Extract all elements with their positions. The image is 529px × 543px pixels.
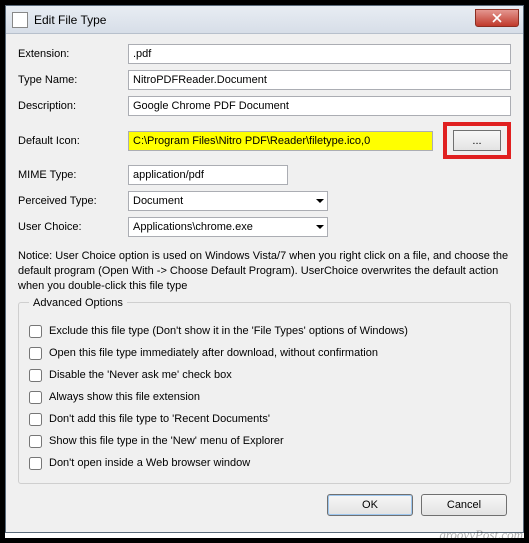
opt-always-show-ext-checkbox[interactable] [29,391,42,404]
watermark-text: groovyPost.com [439,527,523,543]
dialog-window: Edit File Type Extension: Type Name: Des… [5,5,524,533]
user-choice-label: User Choice: [18,221,128,233]
opt-disable-never-ask-checkbox[interactable] [29,369,42,382]
description-label: Description: [18,100,128,112]
description-input[interactable] [128,96,511,116]
default-icon-label: Default Icon: [18,135,128,147]
opt-no-recent-docs-checkbox[interactable] [29,413,42,426]
opt-no-web-browser-label: Don't open inside a Web browser window [49,457,250,469]
opt-no-recent-docs-label: Don't add this file type to 'Recent Docu… [49,413,270,425]
extension-input[interactable] [128,44,511,64]
mime-type-input[interactable] [128,165,288,185]
perceived-type-input[interactable] [128,191,328,211]
browse-icon-button[interactable]: ... [453,130,501,151]
mime-type-label: MIME Type: [18,169,128,181]
user-choice-input[interactable] [128,217,328,237]
advanced-options-legend: Advanced Options [29,297,127,309]
notice-text: Notice: User Choice option is used on Wi… [18,249,511,294]
opt-disable-never-ask-label: Disable the 'Never ask me' check box [49,369,232,381]
type-name-input[interactable] [128,70,511,90]
opt-no-web-browser-checkbox[interactable] [29,457,42,470]
close-button[interactable] [475,9,519,27]
default-icon-input[interactable]: C:\Program Files\Nitro PDF\Reader\filety… [128,131,433,151]
cancel-button[interactable]: Cancel [421,494,507,516]
type-name-label: Type Name: [18,74,128,86]
browse-highlight: ... [443,122,511,159]
close-icon [492,13,502,23]
extension-label: Extension: [18,48,128,60]
window-icon [12,12,28,28]
opt-show-in-new-checkbox[interactable] [29,435,42,448]
user-choice-combo[interactable] [128,217,328,237]
advanced-options-group: Advanced Options Exclude this file type … [18,297,511,484]
opt-show-in-new-label: Show this file type in the 'New' menu of… [49,435,284,447]
ok-button[interactable]: OK [327,494,413,516]
opt-exclude-checkbox[interactable] [29,325,42,338]
opt-exclude-label: Exclude this file type (Don't show it in… [49,325,408,337]
perceived-type-combo[interactable] [128,191,328,211]
opt-open-immediately-label: Open this file type immediately after do… [49,347,378,359]
perceived-type-label: Perceived Type: [18,195,128,207]
opt-open-immediately-checkbox[interactable] [29,347,42,360]
opt-always-show-ext-label: Always show this file extension [49,391,200,403]
titlebar[interactable]: Edit File Type [6,6,523,34]
window-title: Edit File Type [34,13,106,27]
mime-type-combo[interactable] [128,165,288,185]
